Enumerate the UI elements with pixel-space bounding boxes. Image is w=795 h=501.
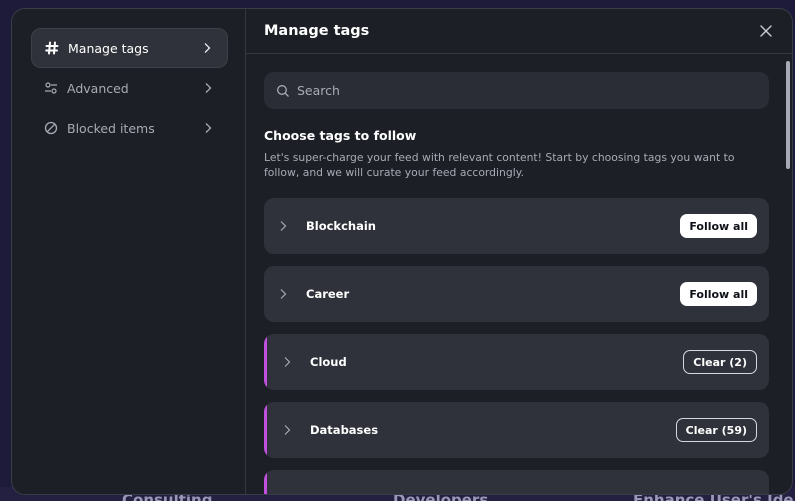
manage-tags-modal: Manage tags Advanced Blocked items Manag… — [11, 8, 793, 495]
chevron-right-icon — [204, 122, 214, 134]
panel-content: Choose tags to follow Let's super-charge… — [246, 54, 792, 494]
clear-button[interactable]: Clear (59) — [675, 418, 757, 442]
tag-name: Blockchain — [306, 219, 376, 233]
search-box[interactable] — [264, 72, 769, 109]
tag-row-career[interactable]: Career Follow all — [264, 266, 769, 322]
tag-name: Databases — [310, 423, 379, 437]
clear-button[interactable]: Clear (2) — [683, 350, 757, 374]
sidebar-item-blocked-items[interactable]: Blocked items — [31, 108, 228, 148]
section-title: Choose tags to follow — [264, 128, 417, 143]
section-description: Let's super-charge your feed with releva… — [264, 151, 735, 179]
chevron-right-icon[interactable] — [279, 288, 289, 300]
panel-header: Manage tags — [246, 9, 792, 54]
chevron-right-icon[interactable] — [283, 424, 293, 436]
tag-row-partial[interactable] — [264, 470, 769, 494]
tag-name: Cloud — [310, 355, 347, 369]
search-icon — [276, 84, 290, 98]
sidebar-item-label: Manage tags — [68, 40, 149, 56]
tag-row-databases[interactable]: Databases Clear (59) — [264, 402, 769, 458]
chevron-right-icon[interactable] — [283, 356, 293, 368]
page-title: Manage tags — [264, 23, 370, 39]
tag-name: Career — [306, 287, 350, 301]
sidebar-item-label: Advanced — [67, 80, 129, 96]
scrollbar-thumb[interactable] — [786, 61, 790, 169]
sidebar-item-manage-tags[interactable]: Manage tags — [31, 28, 228, 68]
chevron-right-icon — [203, 42, 213, 54]
follow-all-button[interactable]: Follow all — [680, 214, 757, 238]
close-button[interactable] — [758, 23, 774, 39]
close-icon — [760, 25, 772, 37]
follow-all-button[interactable]: Follow all — [680, 282, 757, 306]
sidebar-item-label: Blocked items — [67, 120, 155, 136]
settings-sliders-icon — [43, 80, 59, 96]
settings-sidebar: Manage tags Advanced Blocked items — [12, 9, 246, 494]
search-input[interactable] — [297, 83, 597, 98]
tag-row-cloud[interactable]: Cloud Clear (2) — [264, 334, 769, 390]
chevron-right-icon — [204, 82, 214, 94]
sidebar-item-advanced[interactable]: Advanced — [31, 68, 228, 108]
tag-row-blockchain[interactable]: Blockchain Follow all — [264, 198, 769, 254]
blocked-icon — [43, 120, 59, 136]
hash-icon — [44, 40, 60, 56]
chevron-right-icon[interactable] — [279, 220, 289, 232]
manage-tags-panel: Manage tags Choose tags to follow Let's … — [246, 9, 792, 494]
